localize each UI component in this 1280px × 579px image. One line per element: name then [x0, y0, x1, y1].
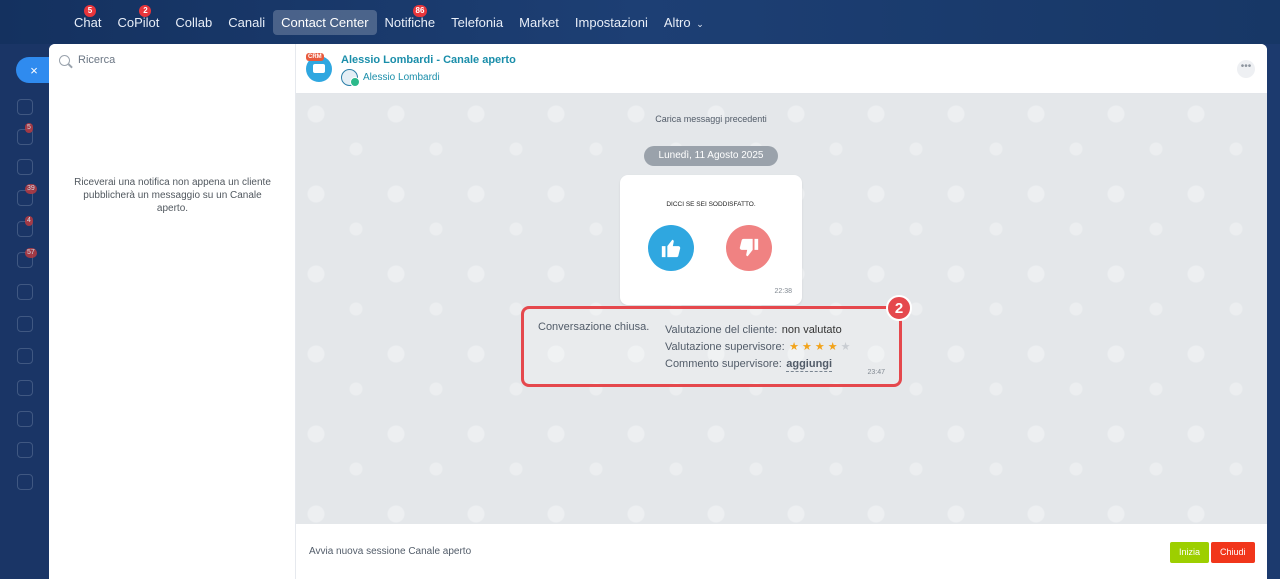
- nav-item-label: Canali: [228, 14, 266, 30]
- crm-badge: CRM: [306, 53, 324, 61]
- thumbs-up-button[interactable]: [648, 225, 694, 271]
- star-icon[interactable]: ★: [802, 341, 815, 353]
- nav-item-label: Market: [519, 14, 559, 30]
- contact-center-panel: Ricerca Riceverai una notifica non appen…: [49, 44, 1267, 579]
- chat-title[interactable]: Alessio Lombardi - Canale aperto: [341, 54, 516, 66]
- notification-badge: 5: [25, 123, 33, 133]
- notification-badge: 39: [25, 184, 37, 194]
- nav-item-telefonia[interactable]: Telefonia: [443, 10, 511, 35]
- conversation-status: Conversazione chiusa.: [538, 321, 650, 333]
- client-rating-value: non valutato: [781, 324, 842, 336]
- empty-state-text: Riceverai una notifica non appena un cli…: [74, 177, 271, 214]
- nav-item-label: Altro: [663, 14, 691, 30]
- notification-badge: 86: [412, 4, 428, 17]
- supervisor-comment-label: Commento supervisore:: [665, 358, 782, 370]
- calendar-icon[interactable]: [17, 316, 33, 332]
- close-panel-button[interactable]: ×: [16, 57, 52, 83]
- close-button[interactable]: Chiudi: [1211, 542, 1255, 563]
- supervisor-rating-label: Valutazione supervisore:: [665, 341, 785, 353]
- add-comment-link[interactable]: aggiungi: [786, 358, 833, 372]
- list-icon[interactable]: [17, 442, 33, 458]
- message-time: 23:47: [867, 369, 885, 376]
- crm-icon[interactable]: [17, 284, 33, 300]
- date-separator: Lunedì, 11 Agosto 2025: [644, 146, 778, 166]
- star-icon[interactable]: ★: [789, 341, 802, 353]
- feed-icon[interactable]: [17, 159, 33, 175]
- star-icon[interactable]: ★: [815, 341, 828, 353]
- more-options-button[interactable]: •••: [1237, 60, 1255, 78]
- contact-name: Alessio Lombardi: [363, 72, 440, 83]
- nav-item-label: CoPilot: [117, 14, 160, 30]
- chevron-down-icon: ⌄: [696, 18, 704, 29]
- load-previous-messages-link[interactable]: Carica messaggi precedenti: [296, 114, 1126, 124]
- chat-subtitle[interactable]: Alessio Lombardi: [341, 69, 440, 87]
- nav-item-copilot[interactable]: CoPilot 2: [109, 4, 167, 35]
- star-icon[interactable]: ★: [828, 341, 841, 353]
- client-rating-label: Valutazione del cliente:: [665, 324, 778, 336]
- supervisor-rating-stars[interactable]: ★★★★★: [789, 341, 853, 353]
- message-time: 22:38: [774, 288, 792, 295]
- search-box[interactable]: Ricerca: [59, 54, 115, 66]
- message-thread[interactable]: Carica messaggi precedenti Lunedì, 11 Ag…: [296, 94, 1267, 524]
- start-button[interactable]: Inizia: [1170, 542, 1210, 563]
- chat-area: CRM Alessio Lombardi - Canale aperto Ale…: [296, 44, 1267, 579]
- activity-icon[interactable]: [17, 99, 33, 115]
- nav-item-contact-center[interactable]: Contact Center: [273, 9, 377, 35]
- star-icon[interactable]: ★: [841, 341, 854, 353]
- user-icon: [341, 69, 360, 87]
- nav-item-label: Notifiche: [384, 14, 436, 30]
- conversation-closed-message: Conversazione chiusa. Valutazione del cl…: [521, 306, 902, 387]
- notification-badge: 4: [25, 216, 33, 226]
- rating-request-card: DICCI SE SEI SODDISFATTO. 22:38: [620, 175, 802, 305]
- nav-item-impostazioni[interactable]: Impostazioni: [567, 10, 656, 35]
- nav-item-label: Collab: [175, 14, 213, 30]
- nav-item-label: Impostazioni: [574, 14, 648, 30]
- notification-badge: 2: [139, 4, 152, 17]
- grid-icon[interactable]: [17, 474, 33, 490]
- nav-item-label: Contact Center: [281, 14, 369, 30]
- nav-item-label: Chat: [74, 14, 102, 30]
- evaluation-details: Valutazione del cliente: non valutato Va…: [665, 321, 853, 372]
- nav-item-collab[interactable]: Collab: [167, 10, 220, 35]
- conversation-list: Ricerca Riceverai una notifica non appen…: [49, 44, 296, 579]
- thumbs-up-icon: [661, 239, 681, 258]
- chat-footer: Avvia nuova sessione Canale aperto Inizi…: [296, 524, 1267, 579]
- search-icon: [59, 54, 70, 66]
- chat-header: CRM Alessio Lombardi - Canale aperto Ale…: [296, 44, 1267, 94]
- notification-badge: 5: [84, 4, 96, 17]
- users-icon[interactable]: [17, 411, 33, 427]
- rating-question: DICCI SE SEI SODDISFATTO.: [666, 201, 756, 208]
- step-number-badge: 2: [886, 295, 912, 321]
- search-input[interactable]: Ricerca: [78, 54, 115, 66]
- new-session-prompt: Avvia nuova sessione Canale aperto: [309, 546, 472, 557]
- notification-badge: 57: [25, 248, 37, 258]
- thumbs-down-icon: [739, 238, 759, 257]
- nav-item-altro[interactable]: Altro ⌄: [656, 10, 712, 35]
- close-icon: ×: [30, 62, 38, 78]
- document-icon[interactable]: [17, 348, 33, 364]
- top-navigation: Chat 5 CoPilot 2 Collab Canali Contact C…: [0, 0, 1280, 44]
- nav-item-canali[interactable]: Canali: [220, 10, 273, 35]
- left-sidebar: 5 39 4 57: [0, 44, 50, 579]
- drive-icon[interactable]: [17, 380, 33, 396]
- nav-item-label: Telefonia: [451, 14, 504, 30]
- nav-item-market[interactable]: Market: [511, 10, 567, 35]
- thumbs-down-button[interactable]: [726, 225, 772, 271]
- nav-item-notifiche[interactable]: Notifiche 86: [377, 4, 444, 35]
- nav-item-chat[interactable]: Chat 5: [66, 4, 109, 35]
